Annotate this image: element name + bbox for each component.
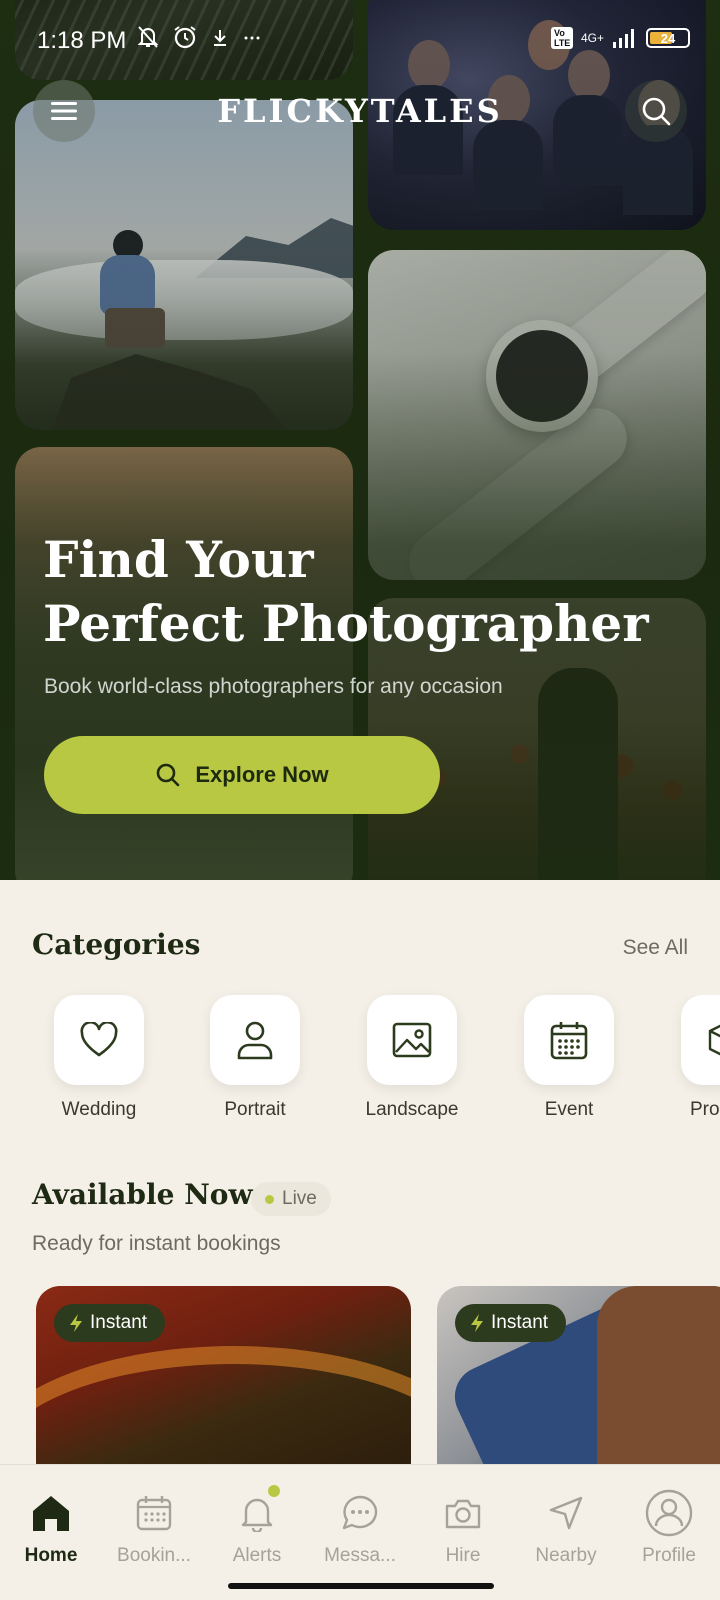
home-indicator[interactable] [228,1583,494,1589]
bell-icon [241,1498,273,1532]
bolt-icon [70,1314,82,1332]
alarm-icon [174,26,196,49]
navigation-icon [549,1496,583,1530]
category-wedding[interactable]: Wedding [34,995,164,1121]
explore-now-button[interactable]: Explore Now [44,736,440,814]
live-label: Live [282,1188,317,1209]
nav-bookings[interactable]: Bookin... [103,1491,205,1567]
nav-label: Alerts [232,1545,282,1566]
category-label: Portrait [224,1099,286,1120]
nav-nearby[interactable]: Nearby [515,1491,617,1567]
brand-logo: FLICKYTALES [217,92,503,130]
category-landscape[interactable]: Landscape [347,995,477,1121]
signal-icon [613,29,634,48]
photographer-card[interactable]: Instant [437,1286,720,1486]
available-now-title: Available Now [32,1178,253,1211]
category-label: Wedding [61,1099,137,1120]
status-bar: 1:18 PM Vo LTE 4G+ 24 [0,0,720,80]
network-label: 4G+ [580,31,604,45]
category-label: Pro [690,1099,720,1120]
photographer-card[interactable]: Instant [36,1286,411,1486]
nav-label: Home [24,1545,78,1566]
category-label: Landscape [365,1099,459,1120]
category-product[interactable]: Pro [660,995,720,1121]
heart-icon [80,1022,118,1057]
hero-section: 1:18 PM Vo LTE 4G+ 24 FLICKYTALES Find Y… [0,0,720,880]
box-icon [708,1024,720,1056]
person-icon [237,1021,273,1060]
more-icon [244,36,260,40]
battery-level: 24 [660,30,676,46]
search-button[interactable] [625,80,687,142]
available-subtitle: Ready for instant bookings [32,1232,281,1255]
nav-messages[interactable]: Messa... [309,1491,411,1567]
hero-title-line1: Find Your [43,530,314,589]
nav-profile[interactable]: Profile [618,1489,720,1567]
mute-icon [137,26,159,48]
status-time: 1:18 PM [37,27,127,54]
instant-label: Instant [491,1312,549,1333]
nav-home[interactable]: Home [0,1491,102,1567]
calendar-icon [550,1022,588,1060]
instant-badge: Instant [455,1304,567,1342]
profile-icon [645,1489,693,1537]
categories-title: Categories [32,928,201,961]
volte-icon: Vo LTE [550,27,573,49]
instant-label: Instant [90,1312,148,1333]
hero-title: Find Your Perfect Photographer [43,528,683,656]
nav-label: Nearby [535,1545,597,1566]
bottom-nav: Home Bookin... Alerts Messa... Hire Near… [0,1464,720,1600]
category-portrait[interactable]: Portrait [190,995,320,1121]
search-icon [157,763,180,787]
see-all-link[interactable]: See All [623,936,688,960]
category-label: Event [544,1099,594,1120]
image-icon [392,1022,432,1058]
explore-now-label: Explore Now [195,762,329,787]
bolt-icon [471,1314,483,1332]
live-dot-icon [265,1194,274,1204]
nav-label: Messa... [324,1545,396,1566]
nav-hire[interactable]: Hire [412,1491,514,1567]
category-event[interactable]: Event [504,995,634,1121]
nav-label: Bookin... [117,1545,191,1566]
notification-dot-icon [268,1485,280,1497]
calendar-icon [136,1496,172,1531]
hero-subtitle: Book world-class photographers for any o… [44,675,503,698]
nav-label: Profile [642,1545,696,1566]
nav-alerts[interactable]: Alerts [206,1485,308,1567]
nav-label: Hire [445,1545,481,1566]
instant-badge: Instant [54,1304,166,1342]
battery-icon: 24 [646,28,690,48]
search-icon [642,97,671,126]
home-icon [33,1496,69,1531]
live-badge: Live [251,1182,331,1216]
download-icon [214,30,226,46]
camera-icon [445,1499,481,1529]
chat-icon [342,1495,378,1530]
hero-title-line2: Perfect Photographer [43,594,649,653]
